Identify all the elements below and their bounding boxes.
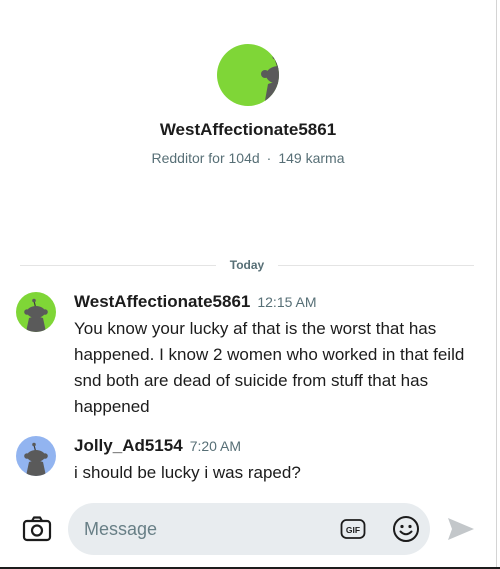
snoo-avatar-icon: [24, 298, 48, 332]
message-placeholder: Message: [84, 519, 158, 539]
profile-meta: Redditor for 104d · 149 karma: [0, 150, 496, 166]
message-author[interactable]: Jolly_Ad5154: [74, 436, 183, 456]
message-item: WestAffectionate5861 12:15 AM You know y…: [16, 292, 486, 420]
divider-line: [20, 264, 216, 266]
message-text: You know your lucky af that is the worst…: [74, 319, 465, 416]
snoo-avatar-icon: [24, 442, 48, 476]
message-time: 7:20 AM: [189, 438, 242, 454]
avatar[interactable]: [16, 436, 56, 476]
date-label: Today: [229, 258, 265, 272]
gif-label: GIF: [346, 525, 360, 535]
message-input[interactable]: Message GIF: [68, 503, 430, 555]
avatar[interactable]: [16, 292, 56, 332]
panel-border: [496, 0, 497, 569]
message-time: 12:15 AM: [257, 294, 317, 310]
divider-line: [278, 264, 475, 266]
profile-header: WestAffectionate5861 Redditor for 104d · 1…: [0, 44, 496, 166]
gif-icon[interactable]: GIF: [340, 517, 366, 541]
send-icon[interactable]: [446, 516, 476, 542]
message-text: i should be lucky i was raped?: [74, 463, 301, 482]
account-age: Redditor for 104d: [151, 150, 260, 166]
meta-separator: ·: [266, 150, 272, 166]
message-composer: Message GIF: [0, 503, 496, 555]
karma-count: 149 karma: [278, 150, 345, 166]
message-item: Jolly_Ad5154 7:20 AM i should be lucky i…: [16, 436, 486, 486]
emoji-icon[interactable]: [392, 515, 420, 543]
snoo-avatar-icon: [261, 54, 279, 106]
profile-username[interactable]: WestAffectionate5861: [0, 120, 496, 140]
date-divider: Today: [20, 258, 475, 272]
camera-icon[interactable]: [22, 515, 52, 543]
message-author[interactable]: WestAffectionate5861: [74, 292, 250, 312]
avatar[interactable]: [217, 44, 279, 106]
